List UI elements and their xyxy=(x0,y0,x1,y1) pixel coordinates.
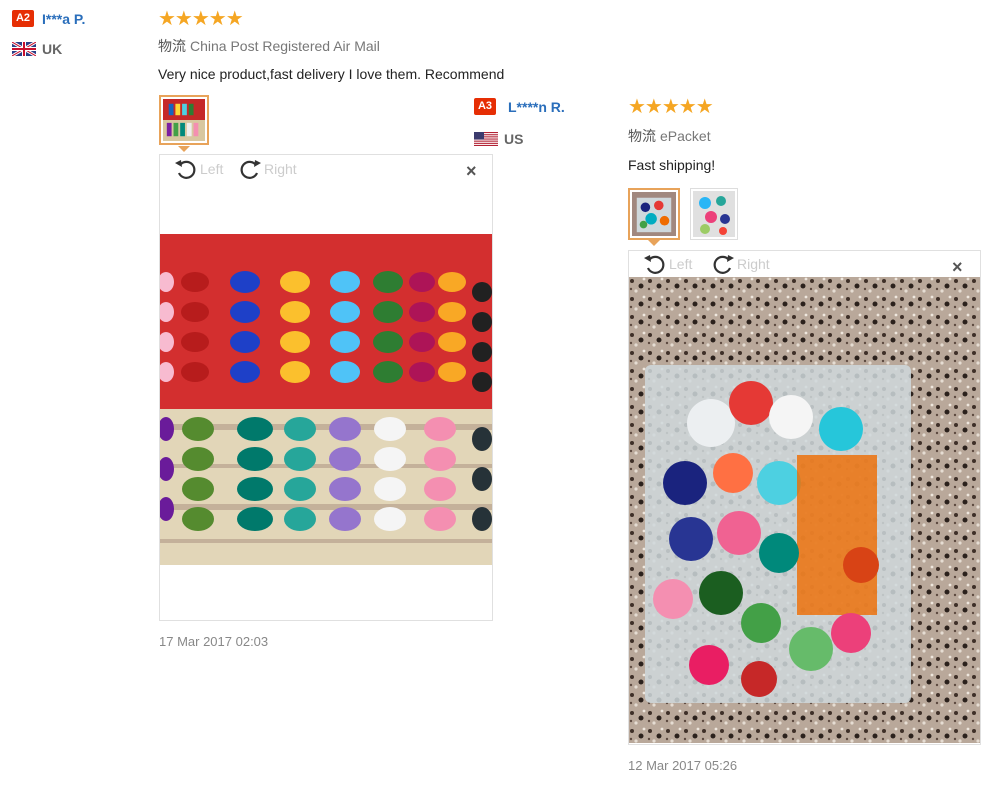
logistics-info: 物流 ePacket xyxy=(628,126,711,146)
buyer-country: US xyxy=(474,131,523,147)
butterfly-photo-thumbnail xyxy=(163,99,205,141)
review-photo-thumbnail[interactable] xyxy=(159,95,209,145)
close-viewer-button[interactable]: × xyxy=(466,162,477,180)
review-photo-thumbnail-2[interactable] xyxy=(690,188,738,240)
rotate-left-label: Left xyxy=(200,161,224,177)
review-text: Fast shipping! xyxy=(628,157,716,173)
rotate-right-button[interactable]: Right xyxy=(238,158,297,180)
country-code: US xyxy=(504,131,524,147)
review-date: 17 Mar 2017 02:03 xyxy=(159,634,269,649)
rotate-left-button[interactable]: Left xyxy=(643,253,692,275)
rotate-left-label: Left xyxy=(669,256,693,272)
review-photo-thumbnail-1[interactable] xyxy=(628,188,680,240)
rotate-left-icon xyxy=(175,160,196,179)
rotate-left-icon xyxy=(644,255,665,274)
rotate-right-button[interactable]: Right xyxy=(711,253,770,275)
buyer-name[interactable]: L****n R. xyxy=(508,99,565,115)
star-rating: ★★★★★ xyxy=(628,96,714,118)
logistics-label: 物流 xyxy=(158,38,186,54)
review-date: 12 Mar 2017 05:26 xyxy=(628,758,738,773)
buyer-name[interactable]: I***a P. xyxy=(42,11,85,27)
buyer-country: UK xyxy=(12,41,62,57)
logistics-label: 物流 xyxy=(628,128,656,144)
bows-photo-thumbnail xyxy=(693,191,735,237)
review-text: Very nice product,fast delivery I love t… xyxy=(158,66,505,82)
uk-flag-icon xyxy=(12,42,36,56)
review-2-user: A3 L****n R. xyxy=(474,98,565,115)
logistics-method: ePacket xyxy=(660,128,711,144)
photo-viewer: Left Right × xyxy=(628,250,981,745)
star-rating: ★★★★★ xyxy=(158,8,244,30)
bag-photo-thumbnail xyxy=(632,192,676,236)
review-photo-large xyxy=(160,234,492,565)
country-code: UK xyxy=(42,41,63,57)
buyer-level-badge: A3 xyxy=(474,98,496,115)
logistics-info: 物流 China Post Registered Air Mail xyxy=(158,36,380,56)
rotate-right-icon xyxy=(713,255,734,274)
buyer-level-badge: A2 xyxy=(12,10,34,27)
close-viewer-button[interactable]: × xyxy=(952,258,963,276)
rotate-right-label: Right xyxy=(737,256,770,272)
rotate-right-icon xyxy=(240,160,261,179)
review-photo-large xyxy=(629,277,980,743)
rotate-left-button[interactable]: Left xyxy=(174,158,223,180)
rotate-right-label: Right xyxy=(264,161,297,177)
thumbnail-pointer xyxy=(178,146,190,152)
us-flag-icon xyxy=(474,132,498,146)
photo-viewer: Left Right × xyxy=(159,154,493,621)
review-1-user: A2 I***a P. xyxy=(12,10,85,27)
logistics-method: China Post Registered Air Mail xyxy=(190,38,380,54)
thumbnail-pointer xyxy=(648,240,660,246)
